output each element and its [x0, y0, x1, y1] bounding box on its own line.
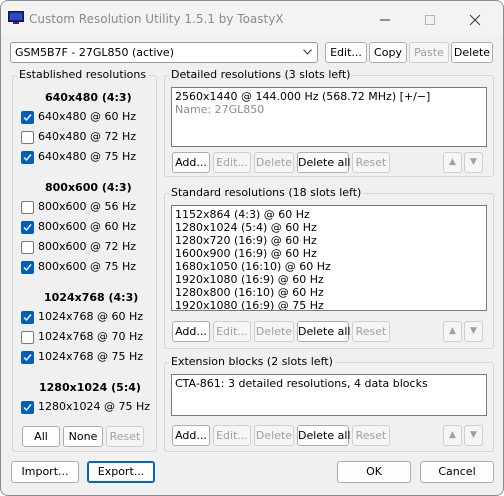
detailed-move-up-icon[interactable]: ▲ — [443, 152, 462, 173]
window-title: Custom Resolution Utility 1.5.1 by Toast… — [29, 12, 284, 26]
checkbox-label: 800x600 @ 60 Hz — [38, 220, 137, 233]
list-item[interactable]: 1920x1080 (16:9) @ 75 Hz — [172, 299, 486, 310]
detailed-edit-button[interactable]: Edit... — [213, 152, 251, 173]
checkbox-label: 1280x1024 @ 75 Hz — [38, 400, 151, 413]
established-title: Established resolutions — [17, 68, 149, 81]
group-heading-640x480: 640x480 (4:3) — [45, 91, 132, 104]
list-item-name: Name: 27GL850 — [175, 103, 265, 116]
list-item[interactable]: 2560x1440 @ 144.000 Hz (568.72 MHz) [+/−… — [172, 90, 486, 103]
checkbox-label: 800x600 @ 56 Hz — [38, 200, 137, 213]
checkbox-box[interactable] — [21, 131, 34, 144]
detailed-reset-button[interactable]: Reset — [352, 152, 390, 173]
list-item[interactable]: 1152x864 (4:3) @ 60 Hz — [172, 208, 486, 221]
extension-move-up-icon[interactable]: ▲ — [443, 425, 462, 446]
detailed-delete-button[interactable]: Delete — [254, 152, 294, 173]
delete-monitor-button[interactable]: Delete — [451, 42, 493, 63]
checkbox-label: 1024x768 @ 60 Hz — [38, 310, 144, 323]
checkbox-box[interactable] — [21, 201, 34, 214]
established-reset-button[interactable]: Reset — [106, 426, 144, 447]
select-none-button[interactable]: None — [63, 426, 103, 447]
group-heading-1280x1024: 1280x1024 (5:4) — [39, 381, 141, 394]
extension-reset-button[interactable]: Reset — [352, 425, 390, 446]
standard-reset-button[interactable]: Reset — [352, 321, 390, 342]
extension-add-button[interactable]: Add... — [172, 425, 210, 446]
monitor-select-value: GSM5B7F - 27GL850 (active) — [15, 46, 174, 59]
list-item[interactable]: 1920x1080 (16:9) @ 60 Hz — [172, 273, 486, 286]
checkbox-box[interactable] — [21, 311, 34, 324]
standard-move-up-icon[interactable]: ▲ — [443, 321, 462, 342]
checkbox-box[interactable] — [21, 331, 34, 344]
checkbox-box[interactable] — [21, 221, 34, 234]
list-item[interactable]: 1600x900 (16:9) @ 60 Hz — [172, 247, 486, 260]
list-item[interactable]: 1680x1050 (16:10) @ 60 Hz — [172, 260, 486, 273]
standard-move-down-icon[interactable]: ▼ — [464, 321, 483, 342]
chevron-down-icon — [303, 49, 312, 55]
monitor-app-icon — [8, 11, 24, 24]
standard-title: Standard resolutions (18 slots left) — [169, 186, 364, 199]
cru-window: Custom Resolution Utility 1.5.1 by Toast… — [0, 0, 504, 496]
select-all-button[interactable]: All — [22, 426, 60, 447]
import-button[interactable]: Import... — [11, 461, 79, 483]
standard-delete-button[interactable]: Delete — [254, 321, 294, 342]
detailed-resolutions-list[interactable]: 2560x1440 @ 144.000 Hz (568.72 MHz) [+/−… — [171, 87, 487, 147]
checkbox-box[interactable] — [21, 261, 34, 274]
extension-blocks-list[interactable]: CTA-861: 3 detailed resolutions, 4 data … — [171, 374, 487, 416]
cancel-button[interactable]: Cancel — [420, 461, 494, 483]
detailed-move-down-icon[interactable]: ▼ — [464, 152, 483, 173]
extension-move-down-icon[interactable]: ▼ — [464, 425, 483, 446]
checkbox-label: 640x480 @ 60 Hz — [38, 110, 137, 123]
checkbox-label: 640x480 @ 72 Hz — [38, 130, 137, 143]
copy-button[interactable]: Copy — [369, 42, 407, 63]
extension-delete-all-button[interactable]: Delete all — [297, 425, 351, 446]
paste-button[interactable]: Paste — [409, 42, 449, 63]
minimize-icon[interactable] — [370, 8, 400, 32]
standard-edit-button[interactable]: Edit... — [213, 321, 251, 342]
standard-delete-all-button[interactable]: Delete all — [297, 321, 351, 342]
checkbox-label: 800x600 @ 72 Hz — [38, 240, 137, 253]
checkbox-label: 1024x768 @ 70 Hz — [38, 330, 144, 343]
export-button[interactable]: Export... — [87, 461, 155, 483]
list-item[interactable]: 1280x800 (16:10) @ 60 Hz — [172, 286, 486, 299]
standard-add-button[interactable]: Add... — [172, 321, 210, 342]
ok-button[interactable]: OK — [337, 461, 411, 483]
standard-resolutions-list[interactable]: 1152x864 (4:3) @ 60 Hz 1280x1024 (5:4) @… — [171, 205, 487, 311]
checkbox-box[interactable] — [21, 241, 34, 254]
checkbox-box[interactable] — [21, 351, 34, 364]
list-item[interactable]: 1280x720 (16:9) @ 60 Hz — [172, 234, 486, 247]
detailed-title: Detailed resolutions (3 slots left) — [169, 68, 353, 81]
checkbox-box[interactable] — [21, 151, 34, 164]
checkbox-box[interactable] — [21, 401, 34, 414]
checkbox-label: 1024x768 @ 75 Hz — [38, 350, 144, 363]
extension-edit-button[interactable]: Edit... — [213, 425, 251, 446]
extension-title: Extension blocks (2 slots left) — [169, 355, 335, 368]
checkbox-box[interactable] — [21, 111, 34, 124]
maximize-icon[interactable] — [415, 8, 445, 32]
group-heading-1024x768: 1024x768 (4:3) — [44, 291, 139, 304]
monitor-select[interactable]: GSM5B7F - 27GL850 (active) — [10, 42, 318, 63]
group-heading-800x600: 800x600 (4:3) — [45, 181, 132, 194]
title-bar[interactable]: Custom Resolution Utility 1.5.1 by Toast… — [1, 1, 503, 35]
close-icon[interactable] — [460, 8, 490, 32]
edit-monitor-button[interactable]: Edit... — [325, 42, 367, 63]
checkbox-label: 640x480 @ 75 Hz — [38, 150, 137, 163]
list-item[interactable]: CTA-861: 3 detailed resolutions, 4 data … — [172, 377, 486, 390]
detailed-add-button[interactable]: Add... — [172, 152, 210, 173]
extension-delete-button[interactable]: Delete — [254, 425, 294, 446]
list-item[interactable]: 1280x1024 (5:4) @ 60 Hz — [172, 221, 486, 234]
checkbox-label: 800x600 @ 75 Hz — [38, 260, 137, 273]
detailed-delete-all-button[interactable]: Delete all — [297, 152, 351, 173]
